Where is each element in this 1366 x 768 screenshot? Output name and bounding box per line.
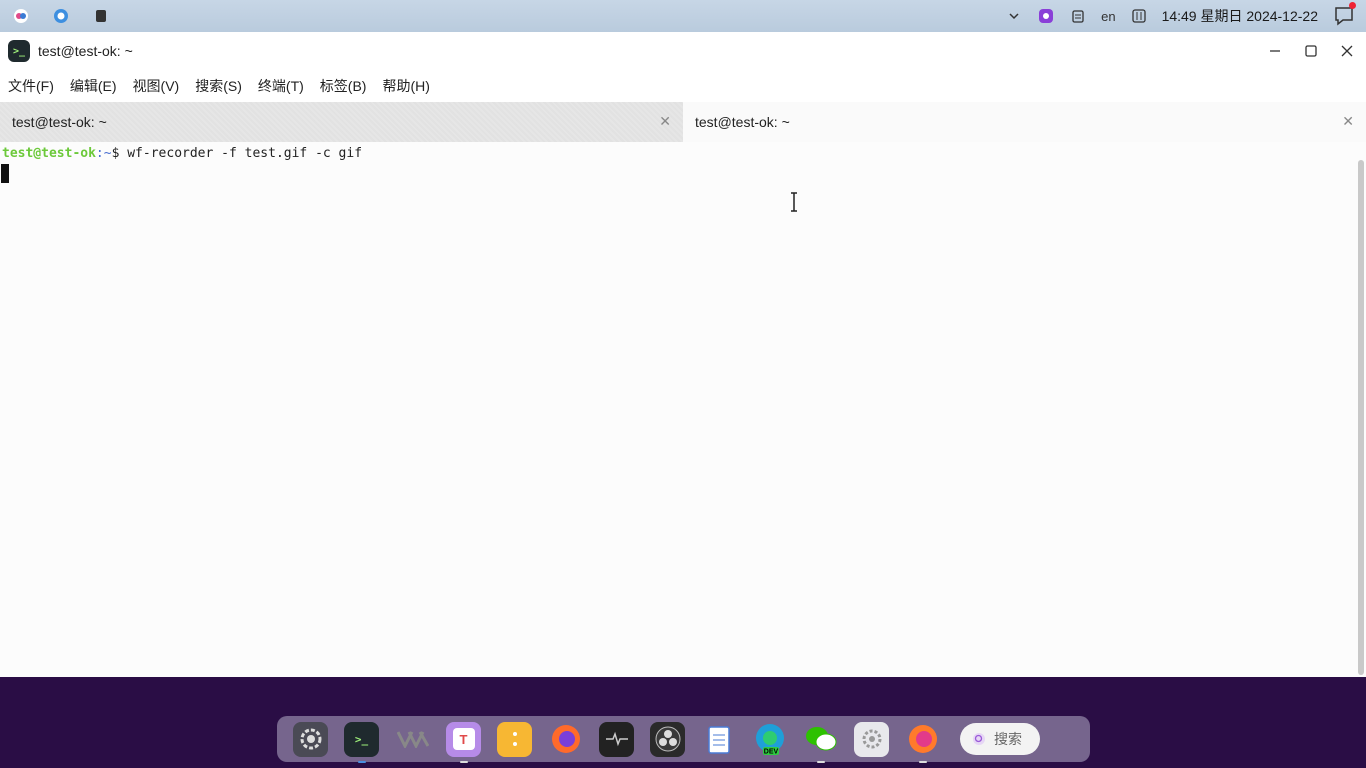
tab-label: test@test-ok: ~ (695, 114, 790, 130)
settings-icon[interactable] (293, 721, 328, 757)
command-line: test@test-ok:~$ wf-recorder -f test.gif … (2, 146, 362, 161)
kylin-logo-icon[interactable] (12, 7, 30, 25)
language-indicator[interactable]: en (1101, 9, 1115, 24)
prompt-user: test@test-ok (2, 146, 96, 161)
notes-icon[interactable] (497, 721, 532, 757)
search-label: 搜索 (994, 731, 1022, 747)
obs-icon[interactable] (650, 721, 685, 757)
chevron-down-icon[interactable] (1005, 7, 1023, 25)
window-title: test@test-ok: ~ (38, 43, 133, 59)
system-top-panel: en 14:49 星期日 2024-12-22 (0, 0, 1366, 32)
app-icon[interactable] (92, 7, 110, 25)
clipboard-app-icon[interactable] (701, 722, 736, 757)
maximize-button[interactable] (1300, 40, 1322, 62)
ibeam-cursor-icon (790, 192, 798, 212)
scrollbar[interactable] (1358, 160, 1364, 675)
text-editor-icon[interactable]: T (446, 721, 481, 763)
browser-icon[interactable] (52, 7, 70, 25)
wechat-icon[interactable] (803, 722, 838, 763)
minimize-button[interactable] (1264, 40, 1286, 62)
text-cursor (1, 164, 9, 183)
notification-badge (1349, 2, 1356, 9)
clock[interactable]: 14:49 星期日 2024-12-22 (1162, 6, 1318, 26)
terminal-window: >_ test@test-ok: ~ 文件(F) 编辑(E) 视图(V) 搜索(… (0, 32, 1366, 677)
menu-view[interactable]: 视图(V) (133, 76, 180, 96)
menu-terminal[interactable]: 终端(T) (258, 76, 304, 96)
running-indicator (816, 760, 825, 763)
terminal-output[interactable]: test@test-ok:~$ wf-recorder -f test.gif … (0, 142, 1366, 677)
terminal-app-icon: >_ (8, 40, 30, 62)
menu-help[interactable]: 帮助(H) (382, 76, 429, 96)
clipboard-icon[interactable] (1069, 7, 1087, 25)
control-center-icon[interactable] (854, 721, 889, 757)
menu-search[interactable]: 搜索(S) (195, 76, 242, 96)
edge-dev-icon[interactable]: DEV (752, 722, 787, 757)
close-button[interactable] (1336, 40, 1358, 62)
dock: >_ T DEV 搜索 (277, 716, 1090, 763)
title-bar[interactable]: >_ test@test-ok: ~ (0, 32, 1366, 70)
keyboard-icon[interactable] (1130, 7, 1148, 25)
screen-recorder-icon[interactable] (1037, 7, 1055, 25)
search-icon (973, 733, 985, 745)
running-indicator (459, 760, 468, 763)
terminal-icon[interactable]: >_ (344, 721, 379, 763)
menu-edit[interactable]: 编辑(E) (70, 76, 117, 96)
svg-text:DEV: DEV (763, 749, 778, 756)
prompt-path: :~ (95, 146, 112, 161)
menu-tabs[interactable]: 标签(B) (320, 76, 367, 96)
vim-icon[interactable] (395, 722, 430, 757)
tab-2[interactable]: test@test-ok: ~ ✕ (683, 102, 1366, 142)
tab-close-icon[interactable]: ✕ (659, 113, 671, 130)
system-monitor-icon[interactable] (599, 721, 634, 757)
menu-bar: 文件(F) 编辑(E) 视图(V) 搜索(S) 终端(T) 标签(B) 帮助(H… (0, 70, 1366, 102)
command-text: wf-recorder -f test.gif -c gif (119, 146, 363, 161)
running-indicator (918, 760, 927, 763)
tab-label: test@test-ok: ~ (12, 114, 107, 130)
running-indicator (357, 760, 366, 763)
notification-icon[interactable] (1332, 2, 1356, 28)
tab-1[interactable]: test@test-ok: ~ ✕ (0, 102, 683, 142)
menu-file[interactable]: 文件(F) (8, 76, 54, 96)
firefox-icon[interactable] (548, 722, 583, 757)
tab-bar: test@test-ok: ~ ✕ test@test-ok: ~ ✕ (0, 102, 1366, 142)
tab-close-icon[interactable]: ✕ (1342, 113, 1354, 130)
firefox-alt-icon[interactable] (905, 722, 940, 763)
dock-search[interactable]: 搜索 (960, 723, 1040, 755)
